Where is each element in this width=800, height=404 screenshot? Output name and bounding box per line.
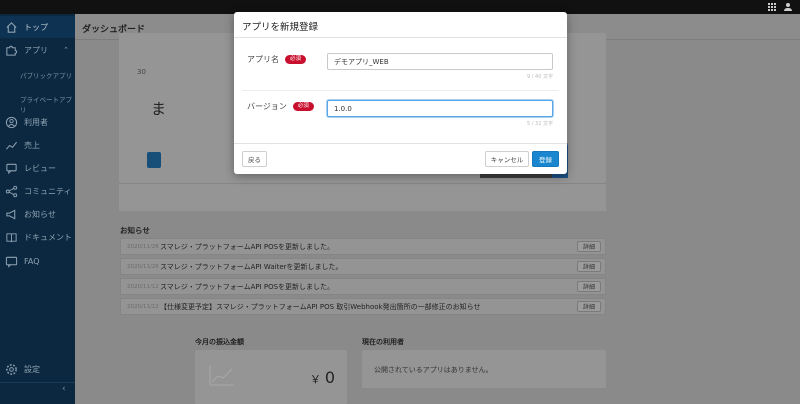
notice-detail-button[interactable]: 詳細 — [577, 261, 601, 272]
sidebar-item-app[interactable]: アプリ ⌃ — [0, 39, 75, 61]
book-icon — [6, 232, 17, 242]
divider — [234, 37, 567, 38]
required-badge: 必須 — [285, 55, 307, 64]
line-chart-icon — [209, 365, 234, 386]
notice-text[interactable]: スマレジ・プラットフォームAPI Waiterを更新しました。 — [160, 262, 577, 272]
account-icon[interactable] — [784, 3, 792, 11]
sidebar-item-review[interactable]: レビュー — [0, 157, 75, 179]
faq-icon — [5, 256, 18, 268]
hero-footer — [119, 183, 606, 211]
divider — [234, 143, 567, 144]
list-item[interactable]: 2020/11/26 スマレジ・プラットフォームAPI POSを更新しました。 … — [120, 238, 606, 255]
notice-date: 2020/11/12 — [127, 283, 159, 290]
empty-state-text: 公開されているアプリはありません。 — [374, 366, 493, 374]
sidebar-item-faq[interactable]: FAQ — [0, 250, 75, 272]
sidebar-item-top[interactable]: トップ — [0, 16, 75, 38]
sidebar: トップ アプリ ⌃ パブリックアプリ プライベートアプリ 利用者 売上 レビュー… — [0, 14, 75, 404]
notice-text[interactable]: スマレジ・プラットフォームAPI POSを更新しました。 — [160, 242, 577, 252]
notice-date: 2020/11/26 — [127, 263, 159, 270]
app-name-label: アプリ名 必須 — [247, 54, 307, 65]
cancel-button[interactable]: キャンセル — [485, 151, 529, 167]
modal-title: アプリを新規登録 — [242, 22, 319, 33]
field-label-text: バージョン — [247, 102, 287, 111]
notice-detail-button[interactable]: 詳細 — [577, 281, 601, 292]
notice-date: 2020/11/26 — [127, 243, 159, 250]
hero-heading: ま — [151, 100, 167, 118]
gear-icon — [6, 363, 17, 375]
notice-text[interactable]: スマレジ・プラットフォームAPI POSを更新しました。 — [160, 282, 577, 292]
notice-list: 2020/11/26 スマレジ・プラットフォームAPI POSを更新しました。 … — [120, 238, 606, 318]
sidebar-item-docs[interactable]: ドキュメント — [0, 226, 75, 248]
collapse-sidebar-button[interactable]: ‹ — [62, 384, 66, 394]
notice-date: 2020/11/12 — [127, 303, 159, 310]
sidebar-item-label: お知らせ — [24, 209, 56, 219]
sidebar-item-sales[interactable]: 売上 — [0, 134, 75, 156]
sidebar-item-label: 利用者 — [24, 117, 48, 127]
list-item[interactable]: 2020/11/26 スマレジ・プラットフォームAPI Waiterを更新しまし… — [120, 258, 606, 275]
monthly-amount-title: 今月の振込金額 — [195, 338, 244, 346]
sidebar-item-news[interactable]: お知らせ — [0, 203, 75, 225]
notices-title: お知らせ — [120, 226, 150, 235]
app-name-char-counter: 9 / 40 文字 — [527, 74, 553, 80]
megaphone-icon — [6, 208, 16, 220]
review-icon — [6, 163, 17, 174]
new-app-modal: アプリを新規登録 アプリ名 必須 9 / 40 文字 バージョン 必須 5 / … — [234, 12, 567, 174]
list-item[interactable]: 2020/11/12 スマレジ・プラットフォームAPI POSを更新しました。 … — [120, 278, 606, 295]
sidebar-subitem-public-app[interactable]: パブリックアプリ — [20, 70, 72, 80]
back-button[interactable]: 戻る — [242, 151, 267, 167]
amount-number: 0 — [324, 368, 335, 387]
required-badge: 必須 — [292, 102, 314, 111]
trend-icon — [6, 141, 18, 150]
sidebar-item-settings[interactable]: 設定 — [0, 358, 75, 380]
user-circle-icon — [5, 116, 18, 128]
sidebar-item-label: コミュニティ — [24, 186, 72, 196]
sidebar-item-label: アプリ — [24, 45, 48, 55]
hero-caption: 30 — [137, 68, 146, 76]
puzzle-icon — [6, 45, 18, 56]
chevron-up-icon: ⌃ — [63, 46, 69, 54]
field-label-text: アプリ名 — [247, 55, 279, 64]
current-users-title: 現在の利用者 — [362, 338, 404, 346]
version-input[interactable] — [327, 100, 553, 117]
sidebar-item-users[interactable]: 利用者 — [0, 111, 75, 133]
app-name-input[interactable] — [327, 53, 553, 70]
sidebar-item-label: レビュー — [24, 163, 56, 173]
notice-detail-button[interactable]: 詳細 — [577, 301, 601, 312]
current-users-panel: 公開されているアプリはありません。 — [362, 350, 606, 388]
register-button[interactable]: 登録 — [532, 151, 559, 167]
sidebar-item-community[interactable]: コミュニティ — [0, 180, 75, 202]
notice-text[interactable]: 【仕様変更予定】スマレジ・プラットフォームAPI POS 取引Webhook発出… — [160, 302, 577, 312]
home-icon — [6, 21, 17, 33]
currency-symbol: ￥ — [309, 373, 321, 386]
divider — [242, 90, 559, 91]
list-item[interactable]: 2020/11/12 【仕様変更予定】スマレジ・プラットフォームAPI POS … — [120, 298, 606, 315]
monthly-amount-panel: ￥ 0 — [195, 350, 347, 404]
notice-detail-button[interactable]: 詳細 — [577, 241, 601, 252]
apps-grid-icon[interactable] — [768, 3, 776, 11]
hero-button[interactable] — [147, 152, 161, 168]
version-char-counter: 5 / 32 文字 — [527, 121, 553, 127]
sidebar-item-label: 売上 — [24, 140, 40, 150]
monthly-amount-value: ￥ 0 — [310, 368, 335, 387]
sidebar-item-label: FAQ — [24, 256, 40, 266]
share-icon — [5, 185, 18, 197]
sidebar-item-label: 設定 — [24, 364, 40, 374]
sidebar-item-label: トップ — [24, 22, 48, 32]
sidebar-item-label: ドキュメント — [24, 232, 72, 242]
divider — [0, 382, 75, 383]
version-label: バージョン 必須 — [247, 101, 314, 112]
